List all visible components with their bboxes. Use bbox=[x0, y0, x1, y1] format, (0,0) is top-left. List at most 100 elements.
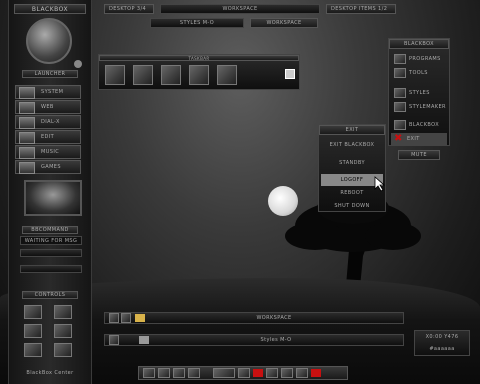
menu-item-stylemaker[interactable]: STYLEMAKER bbox=[391, 101, 447, 113]
styles-icon bbox=[394, 88, 406, 98]
tray-icon[interactable] bbox=[143, 368, 155, 378]
tray-icon[interactable] bbox=[238, 368, 250, 378]
exit-item-label: REBOOT bbox=[340, 190, 364, 196]
desktop-items-label: DESKTOP ITEMS 1/2 bbox=[331, 6, 388, 12]
logo-icon bbox=[26, 18, 72, 64]
menu-item-blackbox[interactable]: BLACKBOX bbox=[391, 119, 447, 131]
launcher-item-system[interactable]: SYSTEM bbox=[15, 85, 81, 99]
workspace-tab-label: WORKSPACE bbox=[266, 20, 302, 26]
menu-item-label: STYLES bbox=[409, 90, 430, 96]
launcher-item-music[interactable]: MUSIC bbox=[15, 145, 81, 159]
web-icon bbox=[19, 101, 35, 114]
exit-title-label: EXIT bbox=[345, 127, 359, 133]
exit-item-exit-blackbox[interactable]: EXIT BLACKBOX bbox=[321, 139, 383, 151]
launcher-header: LAUNCHER bbox=[22, 70, 78, 78]
prev-button[interactable] bbox=[109, 313, 119, 323]
control-button[interactable] bbox=[54, 324, 72, 338]
exit-item-label: SHUT DOWN bbox=[334, 203, 370, 209]
panel-title: BLACKBOX bbox=[31, 5, 69, 13]
clock-color: #aaaaaa bbox=[429, 346, 455, 352]
close-icon[interactable] bbox=[285, 69, 295, 79]
toggle-knob[interactable] bbox=[74, 60, 82, 68]
desktop-items-indicator[interactable]: DESKTOP ITEMS 1/2 bbox=[326, 4, 396, 14]
program-icon[interactable] bbox=[217, 65, 237, 85]
program-icon[interactable] bbox=[105, 65, 125, 85]
exit-item-label: STANDBY bbox=[339, 160, 365, 166]
tray-icon[interactable] bbox=[173, 368, 185, 378]
tray-icon[interactable] bbox=[296, 368, 308, 378]
launcher-item-games[interactable]: GAMES bbox=[15, 160, 81, 174]
status-text: WAITING FOR MSG bbox=[24, 237, 78, 244]
dialx-icon bbox=[19, 116, 35, 129]
clock-time: X0:00 Y476 bbox=[425, 334, 459, 340]
tray-icon[interactable] bbox=[281, 368, 293, 378]
exit-menu-title: EXIT bbox=[319, 125, 385, 135]
desktop-indicator[interactable]: DESKTOP 3/4 bbox=[104, 4, 154, 14]
program-icon[interactable] bbox=[161, 65, 181, 85]
workspace-bottom-label[interactable]: WORKSPACE bbox=[145, 315, 403, 321]
menu-item-label: STYLEMAKER bbox=[409, 104, 446, 110]
styles-tab[interactable]: STYLES M-O bbox=[150, 18, 244, 28]
music-icon bbox=[19, 146, 35, 159]
exit-item-standby[interactable]: STANDBY bbox=[321, 157, 383, 169]
mouse-cursor-icon bbox=[374, 176, 386, 192]
desktop-label: DESKTOP 3/4 bbox=[109, 6, 147, 12]
launcher-item-edit[interactable]: EDIT bbox=[15, 130, 81, 144]
blackbox-icon bbox=[394, 120, 406, 130]
task-label[interactable]: Styles M-O bbox=[149, 337, 403, 343]
workspace-label: WORKSPACE bbox=[222, 6, 258, 12]
slider[interactable] bbox=[20, 265, 82, 273]
menu-item-label: TOOLS bbox=[409, 70, 428, 76]
control-button[interactable] bbox=[54, 305, 72, 319]
preview-image bbox=[24, 180, 82, 216]
workspace-bar[interactable]: WORKSPACE bbox=[160, 4, 320, 14]
launcher-item-dialx[interactable]: DIAL-X bbox=[15, 115, 81, 129]
mute-button[interactable]: MUTE bbox=[398, 150, 440, 160]
workspace-tab[interactable]: WORKSPACE bbox=[250, 18, 318, 28]
tray-icon[interactable] bbox=[188, 368, 200, 378]
record-icon[interactable] bbox=[253, 369, 263, 377]
control-button[interactable] bbox=[54, 343, 72, 357]
programs-icon bbox=[394, 54, 406, 64]
command-input[interactable] bbox=[20, 249, 82, 257]
tray-icon[interactable] bbox=[158, 368, 170, 378]
next-button[interactable] bbox=[121, 313, 131, 323]
menu-item-programs[interactable]: PROGRAMS bbox=[391, 53, 447, 65]
games-icon bbox=[19, 161, 35, 174]
exit-icon: ✖ bbox=[394, 133, 403, 144]
exit-menu: EXIT EXIT BLACKBOX STANDBY LOGOFF REBOOT… bbox=[318, 124, 386, 212]
launcher-item-label: MUSIC bbox=[41, 149, 60, 155]
styles-tab-label: STYLES M-O bbox=[179, 20, 215, 26]
control-button[interactable] bbox=[24, 343, 42, 357]
menu-item-tools[interactable]: TOOLS bbox=[391, 67, 447, 79]
tray-icon[interactable] bbox=[213, 368, 235, 378]
controls-header: CONTROLS bbox=[22, 291, 78, 299]
mute-label: MUTE bbox=[411, 152, 427, 158]
menu-item-label: BLACKBOX bbox=[409, 122, 440, 128]
controls-label: CONTROLS bbox=[34, 292, 66, 298]
folder-icon bbox=[135, 314, 145, 322]
system-icon bbox=[19, 86, 35, 99]
tray-icon[interactable] bbox=[266, 368, 278, 378]
launcher-item-label: DIAL-X bbox=[41, 119, 60, 125]
panel-footer: BlackBox Center bbox=[14, 368, 86, 378]
volume-icon[interactable] bbox=[311, 369, 321, 377]
program-icon[interactable] bbox=[189, 65, 209, 85]
tools-icon bbox=[394, 68, 406, 78]
launcher-item-web[interactable]: WEB bbox=[15, 100, 81, 114]
program-icon[interactable] bbox=[133, 65, 153, 85]
workspace-bottom-bar: WORKSPACE bbox=[104, 312, 404, 324]
menu-item-styles[interactable]: STYLES bbox=[391, 87, 447, 99]
prev-button[interactable] bbox=[109, 335, 119, 345]
launcher-label: LAUNCHER bbox=[34, 71, 66, 77]
panel-title-bar[interactable]: BLACKBOX bbox=[14, 4, 86, 14]
launcher-item-label: EDIT bbox=[41, 134, 55, 140]
control-button[interactable] bbox=[24, 305, 42, 319]
control-button[interactable] bbox=[24, 324, 42, 338]
stylemaker-icon bbox=[394, 102, 406, 112]
bbcommand-header: BBCOMMAND bbox=[22, 226, 78, 234]
exit-item-shutdown[interactable]: SHUT DOWN bbox=[321, 200, 383, 212]
launcher-item-label: WEB bbox=[41, 104, 54, 110]
menu-item-exit[interactable]: ✖ EXIT bbox=[391, 133, 447, 145]
launcher-item-label: SYSTEM bbox=[41, 89, 64, 95]
